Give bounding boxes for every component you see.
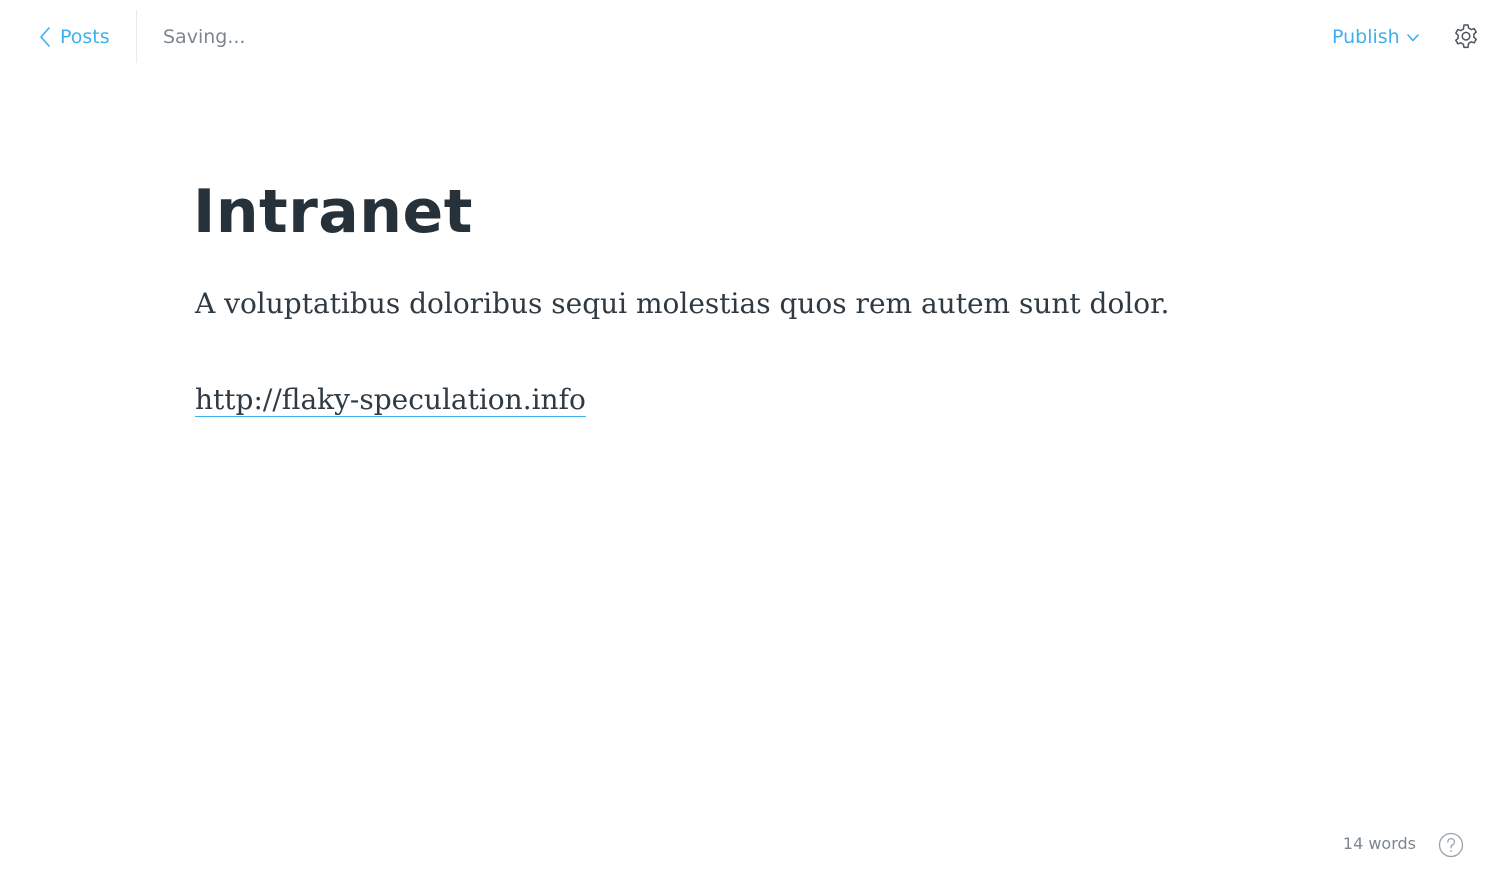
- chevron-left-icon: [38, 26, 52, 48]
- post-editor[interactable]: Intranet A voluptatibus doloribus sequi …: [193, 170, 1305, 422]
- post-title[interactable]: Intranet: [193, 170, 1305, 254]
- publish-label: Publish: [1332, 26, 1400, 48]
- post-link[interactable]: http://flaky-speculation.info: [195, 383, 586, 417]
- publish-dropdown-button[interactable]: Publish: [1332, 22, 1420, 52]
- back-to-posts-link[interactable]: Posts: [38, 22, 110, 52]
- gear-icon: [1451, 24, 1481, 56]
- word-count: 14 words: [1342, 834, 1416, 853]
- question-circle-icon: [1438, 832, 1464, 862]
- header-divider: [136, 10, 137, 63]
- post-paragraph[interactable]: A voluptatibus doloribus sequi molestias…: [195, 282, 1305, 326]
- editor-header: Posts Saving... Publish: [0, 0, 1500, 72]
- save-status: Saving...: [163, 26, 246, 48]
- editor-footer: 14 words: [1300, 830, 1480, 860]
- settings-button[interactable]: [1451, 22, 1481, 52]
- post-link-paragraph[interactable]: http://flaky-speculation.info: [195, 378, 1305, 422]
- chevron-down-icon: [1406, 26, 1420, 48]
- help-button[interactable]: [1438, 832, 1464, 858]
- back-link-label: Posts: [60, 26, 110, 48]
